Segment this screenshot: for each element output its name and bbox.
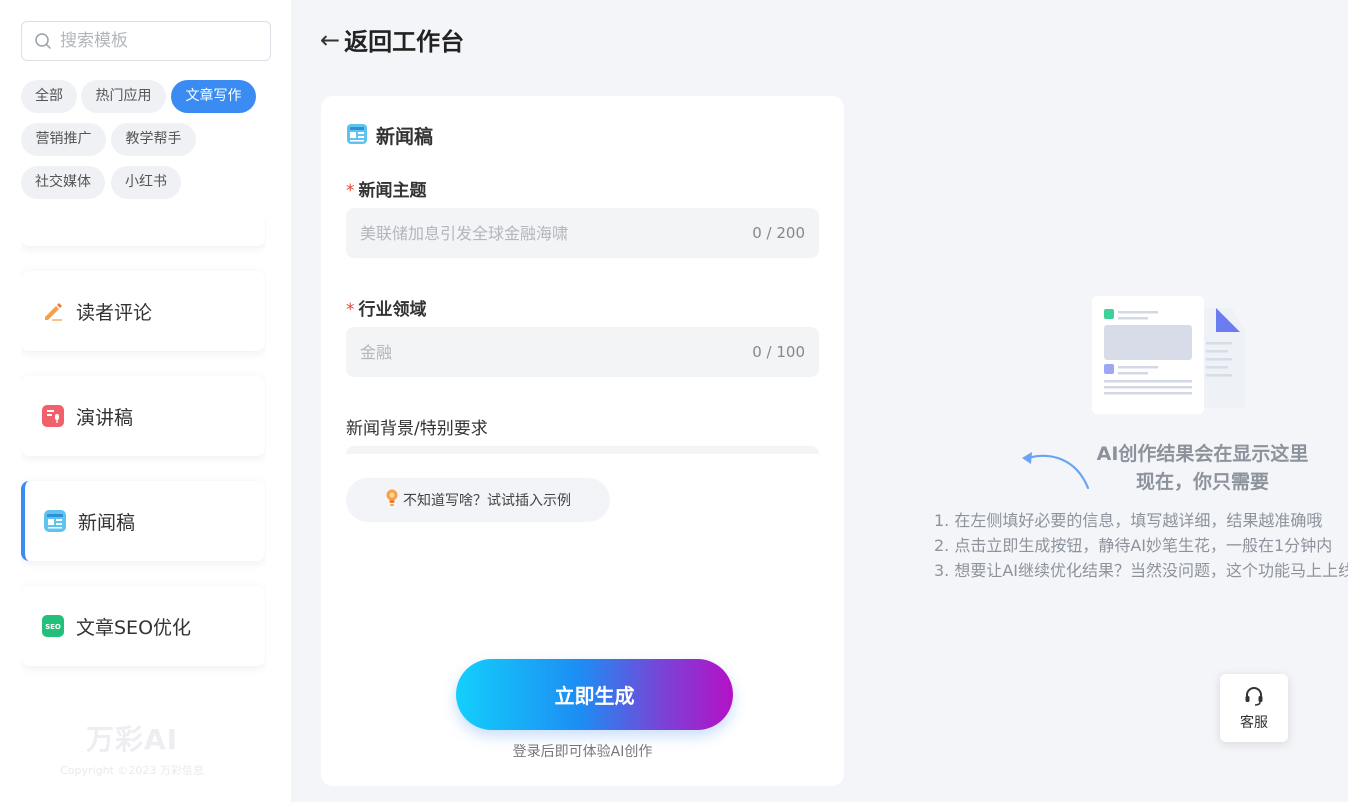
char-counter: 0 / 200 <box>752 224 805 242</box>
industry-field[interactable]: 0 / 100 <box>346 327 819 377</box>
result-placeholder: AI创作结果会在显示这里 现在，你只需要 1. 在左侧填好必要的信息，填写越详细… <box>920 280 1348 600</box>
result-step: 2. 点击立即生成按钮，静待AI妙笔生花，一般在1分钟内 <box>934 536 1333 555</box>
back-to-workbench[interactable]: ← 返回工作台 <box>320 22 464 57</box>
template-card-speech[interactable]: 演讲稿 <box>21 376 265 456</box>
svg-text:SEO: SEO <box>45 623 61 631</box>
document-illustration <box>1092 296 1245 414</box>
form-title-label: 新闻稿 <box>376 126 434 148</box>
news-icon <box>346 123 368 149</box>
search-input[interactable] <box>60 31 250 51</box>
required-mark: * <box>346 181 355 201</box>
result-step: 1. 在左侧填好必要的信息，填写越详细，结果越准确哦 <box>934 511 1323 530</box>
pencil-icon <box>42 300 64 322</box>
tag-all[interactable]: 全部 <box>21 80 77 113</box>
brand-copyright: Copyright ©2023 万彩信息 <box>60 764 204 777</box>
brand-footer: 万彩AI Copyright ©2023 万彩信息 <box>52 718 212 778</box>
template-card-partial[interactable] <box>21 219 265 246</box>
tag-social-media[interactable]: 社交媒体 <box>21 166 105 199</box>
tag-article-writing[interactable]: 文章写作 <box>171 80 256 113</box>
customer-service-label: 客服 <box>1240 715 1268 731</box>
news-topic-field[interactable]: 0 / 200 <box>346 208 819 258</box>
form-panel: 新闻稿 *新闻主题 0 / 200 *行业领域 0 / 100 新闻背景/特别要… <box>321 96 844 786</box>
template-card-news[interactable]: 新闻稿 <box>21 481 265 561</box>
back-label: 返回工作台 <box>344 28 465 56</box>
sidebar: 全部 热门应用 文章写作 营销推广 教学帮手 社交媒体 小红书 读者评论 <box>0 0 291 802</box>
template-card-label: 新闻稿 <box>78 511 136 534</box>
result-title-line: AI创作结果会在显示这里 <box>1096 443 1309 465</box>
arrow-left-icon: ← <box>320 25 341 54</box>
template-card-label: 读者评论 <box>76 301 153 324</box>
field-label-news-topic: * 新闻主题 <box>346 176 427 201</box>
background-textarea[interactable] <box>346 446 819 454</box>
field-label-text: 行业领域 <box>358 300 427 320</box>
news-topic-input[interactable] <box>360 223 745 243</box>
brand-logo: 万彩AI <box>85 723 179 756</box>
lightbulb-icon <box>385 488 399 512</box>
field-label-background: 新闻背景/特别要求 <box>346 419 488 439</box>
form-title: 新闻稿 <box>346 122 433 149</box>
result-title: AI创作结果会在显示这里 现在，你只需要 <box>1060 440 1345 496</box>
login-hint: 登录后即可体验AI创作 <box>512 744 653 760</box>
generate-button[interactable]: 立即生成 <box>456 659 733 730</box>
tag-hot-apps[interactable]: 热门应用 <box>81 80 166 113</box>
search-box[interactable] <box>21 21 271 61</box>
news-icon <box>44 510 66 532</box>
insert-example-label: 不知道写啥？试试插入示例 <box>403 493 571 509</box>
template-list: 读者评论 演讲稿 新闻稿 SEO 文章SEO优化 <box>21 219 266 739</box>
field-label-industry: * 行业领域 <box>346 295 427 320</box>
headset-icon <box>1245 687 1263 706</box>
industry-input[interactable] <box>360 342 745 362</box>
char-counter: 0 / 100 <box>752 343 805 361</box>
required-mark: * <box>346 300 355 320</box>
seo-icon: SEO <box>42 615 64 637</box>
result-step: 3. 想要让AI继续优化结果？当然没问题，这个功能马上上线 <box>934 561 1348 580</box>
result-title-line: 现在，你只需要 <box>1135 471 1269 493</box>
field-label-text: 新闻主题 <box>358 181 427 201</box>
tag-teaching[interactable]: 教学帮手 <box>111 123 196 156</box>
tag-xiaohongshu[interactable]: 小红书 <box>111 166 181 199</box>
search-icon <box>35 33 51 49</box>
microphone-icon <box>42 405 64 427</box>
customer-service-button[interactable]: 客服 <box>1220 674 1288 742</box>
template-card-reader-comment[interactable]: 读者评论 <box>21 271 265 351</box>
insert-example-button[interactable]: 不知道写啥？试试插入示例 <box>346 478 610 522</box>
template-card-seo[interactable]: SEO 文章SEO优化 <box>21 586 265 666</box>
template-card-label: 演讲稿 <box>76 406 134 429</box>
result-steps: 1. 在左侧填好必要的信息，填写越详细，结果越准确哦 2. 点击立即生成按钮，静… <box>934 508 1348 583</box>
tag-marketing[interactable]: 营销推广 <box>21 123 106 156</box>
template-card-label: 文章SEO优化 <box>76 616 192 639</box>
